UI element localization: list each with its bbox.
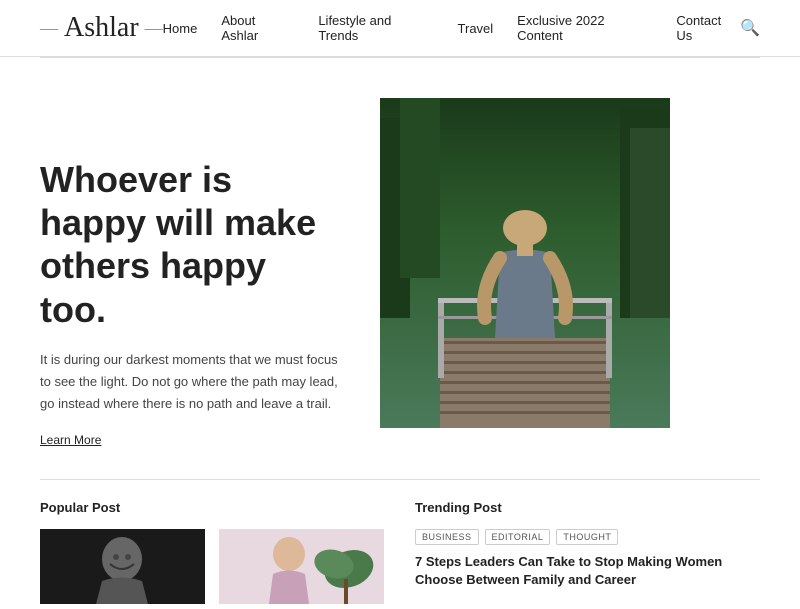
- site-logo: — Ashlar —: [40, 12, 163, 44]
- popular-post-section: Popular Post: [40, 500, 385, 609]
- tag-thought[interactable]: THOUGHT: [556, 529, 618, 545]
- hero-image: [380, 98, 670, 428]
- hero-description: It is during our darkest moments that we…: [40, 349, 340, 415]
- nav-home[interactable]: Home: [163, 21, 198, 36]
- trending-label: Trending Post: [415, 500, 760, 515]
- main-nav: Home About Ashlar Lifestyle and Trends T…: [163, 13, 740, 43]
- hero-title: Whoever is happy will make others happy …: [40, 158, 340, 331]
- tag-editorial[interactable]: EDITORIAL: [485, 529, 551, 545]
- popular-post-image-2: [219, 529, 384, 604]
- trending-title[interactable]: 7 Steps Leaders Can Take to Stop Making …: [415, 553, 760, 589]
- nav-about[interactable]: About Ashlar: [221, 13, 294, 43]
- trending-post-section: Trending Post BUSINESS EDITORIAL THOUGHT…: [415, 500, 760, 609]
- site-header: — Ashlar — Home About Ashlar Lifestyle a…: [0, 0, 800, 57]
- logo-dash-right: —: [145, 18, 163, 39]
- logo-text: Ashlar: [64, 12, 139, 44]
- search-button[interactable]: 🔍: [740, 18, 760, 38]
- search-icon: 🔍: [740, 20, 760, 37]
- hero-text-block: Whoever is happy will make others happy …: [40, 98, 340, 449]
- hero-image-container: [380, 98, 690, 433]
- nav-exclusive[interactable]: Exclusive 2022 Content: [517, 13, 652, 43]
- popular-grid: [40, 529, 385, 609]
- nav-lifestyle[interactable]: Lifestyle and Trends: [318, 13, 433, 43]
- posts-section: Popular Post: [0, 480, 800, 609]
- popular-post-card-1[interactable]: [40, 529, 207, 609]
- tag-business[interactable]: BUSINESS: [415, 529, 479, 545]
- logo-dash-left: —: [40, 18, 58, 39]
- nav-travel[interactable]: Travel: [458, 21, 494, 36]
- trending-tags: BUSINESS EDITORIAL THOUGHT: [415, 529, 760, 545]
- hero-learn-more-link[interactable]: Learn More: [40, 433, 101, 447]
- popular-post-image-1: [40, 529, 205, 604]
- nav-contact[interactable]: Contact Us: [676, 13, 740, 43]
- hero-section: Whoever is happy will make others happy …: [0, 58, 800, 479]
- popular-post-card-2[interactable]: [219, 529, 386, 609]
- popular-label: Popular Post: [40, 500, 385, 515]
